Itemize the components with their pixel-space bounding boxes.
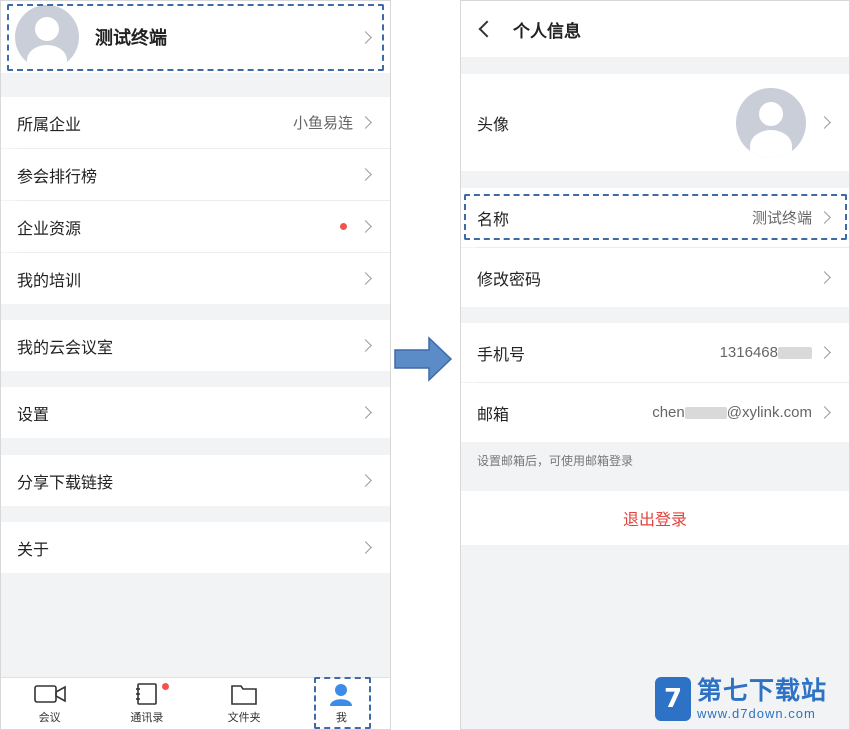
menu-item-settings[interactable]: 设置 xyxy=(1,387,390,438)
chevron-right-icon xyxy=(359,339,372,352)
email-value: chen @xylink.com xyxy=(652,404,812,421)
row-label: 邮箱 xyxy=(477,406,510,424)
tab-contacts[interactable]: 通讯录 xyxy=(98,678,195,729)
arrow-right-icon xyxy=(393,336,455,387)
personal-info-screen: 个人信息 头像 名称 测试终端 修改密码 手机号 1316468 邮箱 chen… xyxy=(460,0,850,730)
row-label: 修改密码 xyxy=(477,271,542,289)
menu-item-label: 参会排行榜 xyxy=(17,168,98,186)
menu-item-label: 设置 xyxy=(17,406,50,424)
avatar xyxy=(736,87,806,158)
chevron-right-icon xyxy=(359,406,372,419)
menu-item-enterprise[interactable]: 所属企业 小鱼易连 xyxy=(1,97,390,148)
menu-item-share-link[interactable]: 分享下载链接 xyxy=(1,455,390,506)
user-icon xyxy=(329,681,353,707)
chevron-right-icon xyxy=(818,406,831,419)
change-password-row[interactable]: 修改密码 xyxy=(461,248,849,307)
menu-item-label: 我的培训 xyxy=(17,272,82,290)
row-label: 名称 xyxy=(477,211,510,229)
menu-item-label: 企业资源 xyxy=(17,220,82,238)
name-value: 测试终端 xyxy=(751,210,812,227)
watermark-title: 第七下载站 xyxy=(697,676,828,705)
profile-name: 测试终端 xyxy=(95,28,167,48)
chevron-right-icon xyxy=(818,346,831,359)
logout-button[interactable]: 退出登录 xyxy=(461,491,849,545)
menu-item-label: 分享下载链接 xyxy=(17,474,114,492)
avatar xyxy=(15,5,79,69)
menu-item-about[interactable]: 关于 xyxy=(1,522,390,573)
menu-item-resources[interactable]: 企业资源 xyxy=(1,201,390,252)
menu-item-ranking[interactable]: 参会排行榜 xyxy=(1,149,390,200)
tab-bar: 会议 通讯录 文件夹 我 xyxy=(1,677,390,729)
chevron-right-icon xyxy=(359,220,372,233)
email-row[interactable]: 邮箱 chen @xylink.com xyxy=(461,383,849,442)
menu-item-value: 小鱼易连 xyxy=(292,115,353,132)
name-row[interactable]: 名称 测试终端 xyxy=(461,188,849,247)
avatar-row[interactable]: 头像 xyxy=(461,74,849,171)
watermark-url: www.d7down.com xyxy=(697,705,816,721)
email-hint: 设置邮箱后，可使用邮箱登录 xyxy=(477,454,634,468)
blurred-text xyxy=(684,407,727,420)
menu-item-training[interactable]: 我的培训 xyxy=(1,253,390,304)
menu-item-label: 所属企业 xyxy=(17,116,82,134)
chevron-right-icon xyxy=(359,541,372,554)
page-title: 个人信息 xyxy=(513,21,581,41)
row-label: 手机号 xyxy=(477,346,526,364)
video-camera-icon xyxy=(33,681,66,707)
blurred-text xyxy=(778,347,812,360)
watermark-logo: 7 第七下载站 www.d7down.com xyxy=(655,677,827,721)
chevron-right-icon xyxy=(359,474,372,487)
menu-item-cloud-room[interactable]: 我的云会议室 xyxy=(1,320,390,371)
row-label: 头像 xyxy=(477,116,510,134)
chevron-right-icon xyxy=(359,30,372,44)
my-page-screen: 测试终端 所属企业 小鱼易连 参会排行榜 企业资源 我的培训 我的云会议室 设置… xyxy=(0,0,391,730)
tab-meeting[interactable]: 会议 xyxy=(1,678,98,729)
chevron-right-icon xyxy=(359,116,372,129)
phone-row[interactable]: 手机号 1316468 xyxy=(461,323,849,382)
tab-label: 文件夹 xyxy=(227,712,261,724)
profile-header[interactable]: 测试终端 xyxy=(1,1,390,73)
folder-icon xyxy=(231,681,257,707)
phone-value: 1316468 xyxy=(720,344,812,361)
back-icon[interactable] xyxy=(478,20,496,38)
chevron-right-icon xyxy=(818,116,831,129)
tab-label: 我 xyxy=(335,712,347,724)
logout-label: 退出登录 xyxy=(622,512,687,529)
menu-item-label: 关于 xyxy=(17,541,50,559)
chevron-right-icon xyxy=(818,211,831,224)
chevron-right-icon xyxy=(818,271,831,284)
d7-logo-icon: 7 xyxy=(655,677,691,721)
address-book-icon xyxy=(135,681,159,707)
tab-label: 通讯录 xyxy=(130,712,164,724)
menu-item-label: 我的云会议室 xyxy=(17,339,114,357)
tab-files[interactable]: 文件夹 xyxy=(196,678,293,729)
tab-label: 会议 xyxy=(38,712,61,724)
chevron-right-icon xyxy=(359,272,372,285)
chevron-right-icon xyxy=(359,168,372,181)
nav-bar: 个人信息 xyxy=(461,1,849,57)
notification-dot xyxy=(340,223,347,230)
notification-dot xyxy=(162,683,170,690)
tab-me[interactable]: 我 xyxy=(293,678,390,729)
